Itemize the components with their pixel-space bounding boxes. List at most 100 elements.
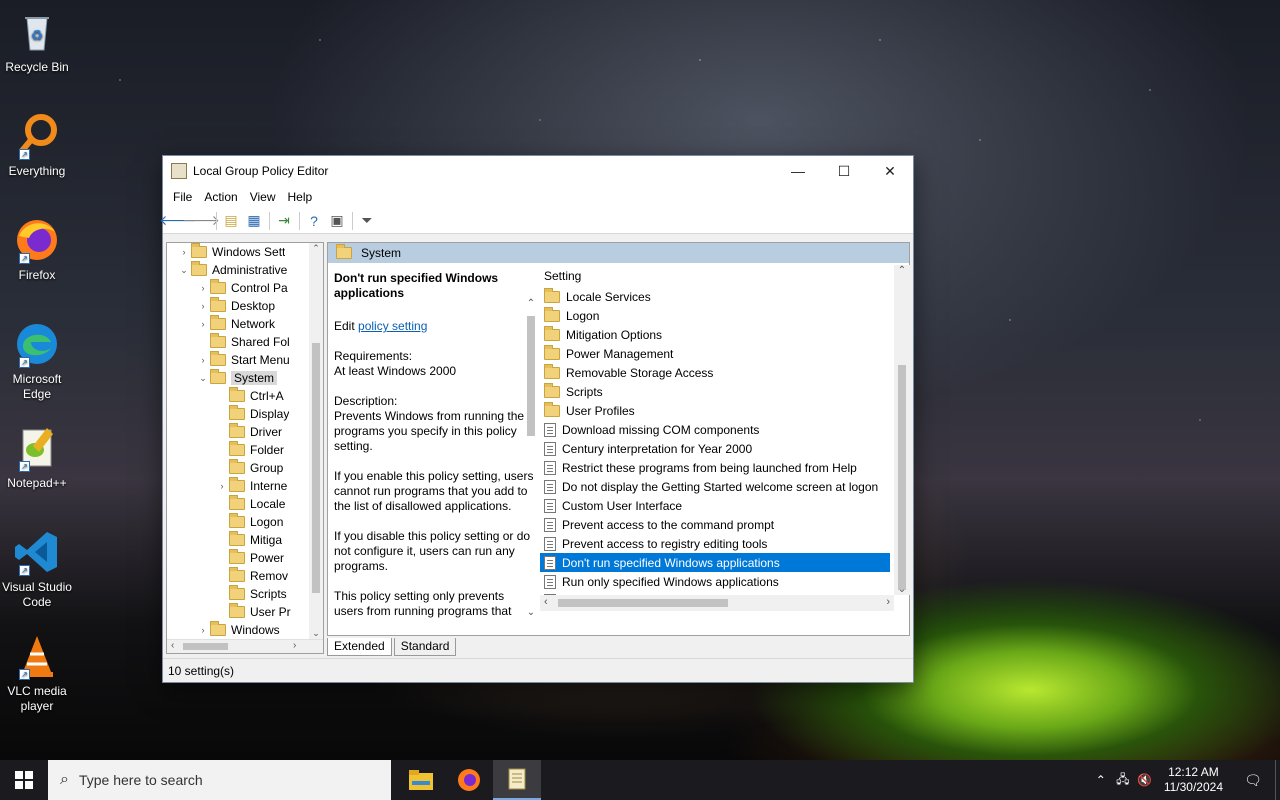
setting-row[interactable]: User Profiles xyxy=(540,401,890,420)
setting-row[interactable]: Download missing COM components xyxy=(540,420,890,439)
tab-standard[interactable]: Standard xyxy=(393,638,457,656)
desktop-icon-edge[interactable]: ↗ Microsoft Edge xyxy=(0,320,74,402)
tree-item[interactable]: Ctrl+A xyxy=(167,387,323,405)
tree-item[interactable]: User Pr xyxy=(167,603,323,621)
menu-help[interactable]: Help xyxy=(282,190,319,204)
forward-arrow-icon[interactable]: 🡒 xyxy=(182,211,220,231)
scroll-right-icon[interactable]: › xyxy=(293,640,296,651)
taskbar-file-explorer[interactable] xyxy=(397,760,445,800)
start-button[interactable] xyxy=(0,760,48,800)
setting-row[interactable]: Don't run specified Windows applications xyxy=(540,553,890,572)
tree-item[interactable]: Locale xyxy=(167,495,323,513)
tree-item[interactable]: Display xyxy=(167,405,323,423)
tree-item[interactable]: › Windows xyxy=(167,621,323,639)
help-icon[interactable]: ? xyxy=(303,211,325,231)
tree-item[interactable]: ⌄ Administrative xyxy=(167,261,323,279)
clock[interactable]: 12:12 AM 11/30/2024 xyxy=(1156,765,1231,795)
export-list-icon[interactable]: ⇥ xyxy=(273,211,295,231)
setting-row[interactable]: Prevent access to the command prompt xyxy=(540,515,890,534)
desktop-icon-everything[interactable]: ↗ Everything xyxy=(0,112,74,179)
expand-chevron-icon[interactable]: › xyxy=(215,481,229,491)
tree-horizontal-scrollbar[interactable]: ‹ › xyxy=(167,639,323,653)
tree-item[interactable]: › Network xyxy=(167,315,323,333)
expand-chevron-icon[interactable]: › xyxy=(196,625,210,635)
tree-item[interactable]: › Start Menu xyxy=(167,351,323,369)
expand-chevron-icon[interactable]: › xyxy=(196,355,210,365)
setting-row[interactable]: Prevent access to registry editing tools xyxy=(540,534,890,553)
scroll-down-icon[interactable]: ⌄ xyxy=(524,607,538,618)
expand-chevron-icon[interactable]: ⌄ xyxy=(196,373,210,384)
setting-row[interactable]: Removable Storage Access xyxy=(540,363,890,382)
scroll-up-icon[interactable]: ⌃ xyxy=(894,265,910,276)
tree-item[interactable]: Remov xyxy=(167,567,323,585)
desktop-icon-vscode[interactable]: ↗ Visual Studio Code xyxy=(0,528,74,610)
tree-item[interactable]: Group xyxy=(167,459,323,477)
list-hscroll-thumb[interactable] xyxy=(558,599,728,607)
tree-item[interactable]: Shared Fol xyxy=(167,333,323,351)
tree-item[interactable]: Logon xyxy=(167,513,323,531)
description-scroll-thumb[interactable] xyxy=(527,316,535,436)
tree-scroll-thumb[interactable] xyxy=(312,343,320,593)
setting-row[interactable]: Mitigation Options xyxy=(540,325,890,344)
setting-row[interactable]: Power Management xyxy=(540,344,890,363)
tree-item[interactable]: Folder xyxy=(167,441,323,459)
expand-chevron-icon[interactable]: › xyxy=(196,319,210,329)
scroll-down-icon[interactable]: ⌄ xyxy=(309,628,323,639)
desktop-icon-vlc[interactable]: ↗ VLC media player xyxy=(0,632,74,714)
tree-item[interactable]: › Windows Sett xyxy=(167,243,323,261)
close-button[interactable]: ✕ xyxy=(867,156,913,186)
expand-chevron-icon[interactable]: › xyxy=(177,247,191,257)
setting-row[interactable]: Locale Services xyxy=(540,287,890,306)
tree-item[interactable]: Scripts xyxy=(167,585,323,603)
show-hidden-icons-icon[interactable]: ⌃ xyxy=(1090,773,1112,787)
filter-icon[interactable]: ⏷ xyxy=(356,211,378,231)
title-bar[interactable]: Local Group Policy Editor — ☐ ✕ xyxy=(163,156,913,186)
desktop-icon-recycle-bin[interactable]: ♻ Recycle Bin xyxy=(0,8,74,75)
tree-hscroll-thumb[interactable] xyxy=(183,643,228,650)
tree-item[interactable]: Power xyxy=(167,549,323,567)
tree-item[interactable]: › Desktop xyxy=(167,297,323,315)
setting-row[interactable]: Custom User Interface xyxy=(540,496,890,515)
taskbar-search-box[interactable]: ⌕ Type here to search xyxy=(48,760,391,800)
menu-action[interactable]: Action xyxy=(198,190,243,204)
menu-file[interactable]: File xyxy=(167,190,198,204)
expand-chevron-icon[interactable]: › xyxy=(196,283,210,293)
scroll-left-icon[interactable]: ‹ xyxy=(544,596,548,608)
list-horizontal-scrollbar[interactable]: ‹ › xyxy=(540,595,894,611)
expand-chevron-icon[interactable]: ⌄ xyxy=(177,265,191,276)
column-header-setting[interactable]: Setting xyxy=(540,265,910,287)
edit-policy-setting-link[interactable]: policy setting xyxy=(358,319,427,333)
scroll-down-icon[interactable]: ⌄ xyxy=(894,584,910,595)
tab-extended[interactable]: Extended xyxy=(327,638,392,656)
setting-row[interactable]: Century interpretation for Year 2000 xyxy=(540,439,890,458)
show-desktop-button[interactable] xyxy=(1275,760,1280,800)
network-icon[interactable]: 🖧 xyxy=(1112,770,1134,791)
menu-view[interactable]: View xyxy=(244,190,282,204)
minimize-button[interactable]: — xyxy=(775,156,821,186)
expand-chevron-icon[interactable]: › xyxy=(196,301,210,311)
up-folder-icon[interactable]: ▤ xyxy=(220,211,242,231)
list-vertical-scrollbar[interactable]: ⌃ ⌄ xyxy=(894,265,910,595)
scroll-left-icon[interactable]: ‹ xyxy=(171,640,174,651)
taskbar-firefox[interactable] xyxy=(445,760,493,800)
taskbar-group-policy-editor[interactable] xyxy=(493,760,541,800)
volume-muted-icon[interactable]: 🔇 xyxy=(1134,773,1156,787)
desktop-icon-notepadpp[interactable]: ↗ Notepad++ xyxy=(0,424,74,491)
tree-item[interactable]: Driver xyxy=(167,423,323,441)
description-scrollbar[interactable]: ⌃ ⌄ xyxy=(524,298,538,618)
setting-row[interactable]: Run only specified Windows applications xyxy=(540,572,890,591)
properties-icon[interactable]: ▣ xyxy=(326,211,348,231)
setting-row[interactable]: Logon xyxy=(540,306,890,325)
tree-item[interactable]: ⌄ System xyxy=(167,369,323,387)
setting-row[interactable]: Scripts xyxy=(540,382,890,401)
setting-row[interactable]: Restrict these programs from being launc… xyxy=(540,458,890,477)
scroll-up-icon[interactable]: ⌃ xyxy=(309,243,323,254)
tree-vertical-scrollbar[interactable]: ⌃ ⌄ xyxy=(309,243,323,639)
maximize-button[interactable]: ☐ xyxy=(821,156,867,186)
list-scroll-thumb[interactable] xyxy=(898,365,906,590)
notifications-icon[interactable]: 🗨 xyxy=(1231,772,1275,789)
desktop-icon-firefox[interactable]: ↗ Firefox xyxy=(0,216,74,283)
tree-item[interactable]: › Interne xyxy=(167,477,323,495)
tree-item[interactable]: Mitiga xyxy=(167,531,323,549)
show-hide-tree-icon[interactable]: ▦ xyxy=(243,211,265,231)
